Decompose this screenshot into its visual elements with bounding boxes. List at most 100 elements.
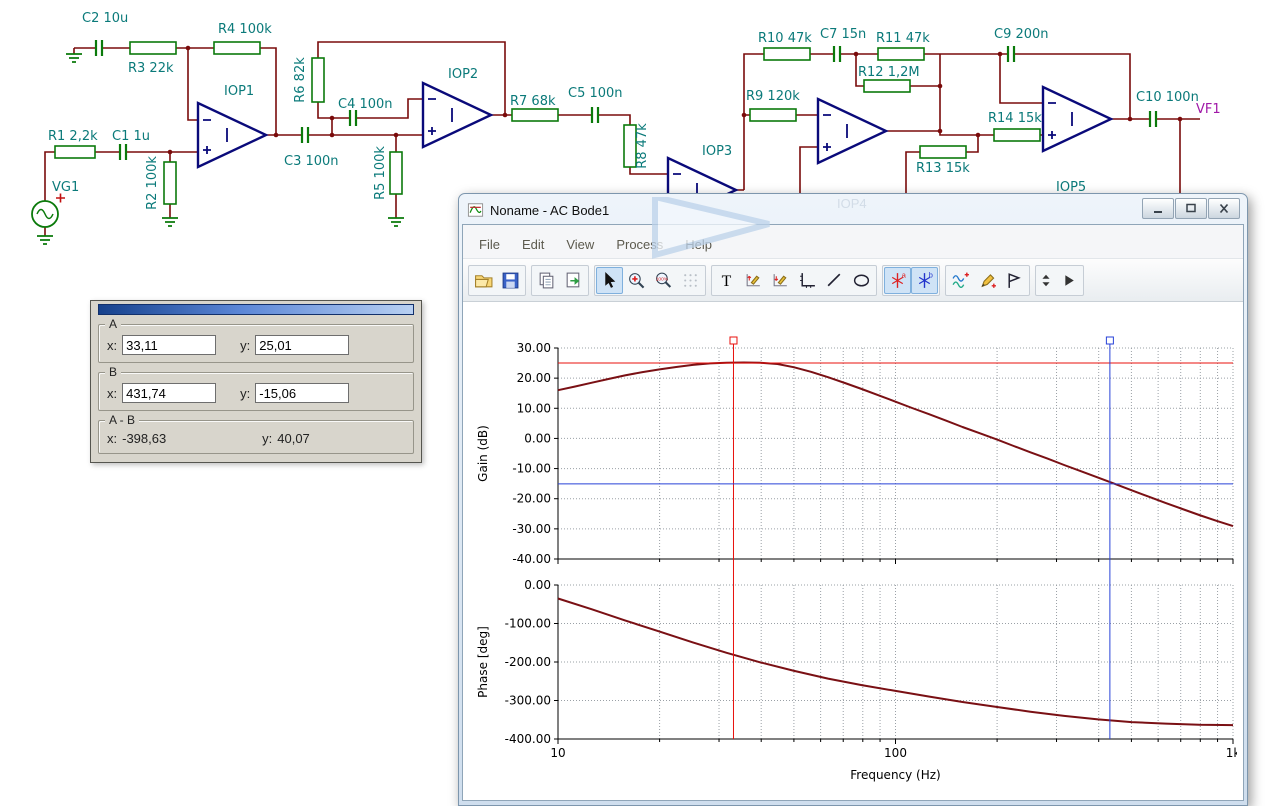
label-c9: C9 200n: [994, 27, 1049, 42]
curves-button[interactable]: [947, 267, 974, 294]
text-tool-button[interactable]: T: [713, 267, 740, 294]
svg-text:T: T: [722, 272, 732, 289]
label-r7: R7 68k: [510, 94, 556, 109]
title-bar[interactable]: Noname - AC Bode1: [462, 196, 1244, 224]
zoom-in-icon: [629, 272, 645, 288]
svg-text:-300.00: -300.00: [505, 694, 551, 708]
axes-button[interactable]: [794, 267, 821, 294]
probe-output-button[interactable]: [740, 267, 767, 294]
menu-process[interactable]: Process: [606, 234, 673, 255]
toolbar-group-curves: [945, 264, 1030, 296]
spinner-control[interactable]: [1037, 267, 1055, 294]
svg-text:-400.00: -400.00: [505, 732, 551, 746]
svg-text:-40.00: -40.00: [512, 552, 551, 566]
panel-title-strip[interactable]: [98, 304, 414, 315]
text-tool-icon: T: [722, 272, 732, 289]
label-iop1: IOP1: [224, 84, 254, 99]
window-icon: [467, 203, 484, 217]
label-c7: C7 15n: [820, 27, 866, 42]
b-x-label: x:: [107, 385, 118, 401]
cursor-a-icon: a: [891, 271, 907, 288]
zoom-in-button[interactable]: [623, 267, 650, 294]
ellipse-tool-icon: [853, 273, 870, 287]
export-image-button[interactable]: [560, 267, 587, 294]
label-r11: R11 47k: [876, 31, 930, 46]
label-c1: C1 1u: [112, 129, 150, 144]
menu-file[interactable]: File: [469, 234, 510, 255]
next-page-button[interactable]: [1055, 267, 1082, 294]
bode-plots-svg[interactable]: 30.00 20.00 10.00 0.00 -10.00 -20.00 -30.00 -40…: [463, 302, 1237, 801]
ab-y-label: y:: [262, 431, 273, 446]
open-button[interactable]: [470, 267, 497, 294]
label-vf1: VF1: [1196, 102, 1221, 117]
toolbar-group-cursors: a b: [882, 264, 940, 296]
open-icon: [475, 274, 493, 287]
window-title: Noname - AC Bode1: [490, 202, 610, 218]
cursor-a-y-input[interactable]: [255, 335, 350, 355]
generator-vg1[interactable]: [31, 193, 65, 228]
svg-text:20.00: 20.00: [517, 371, 551, 385]
probe-output-icon: [746, 273, 760, 286]
grid-button[interactable]: [677, 267, 704, 294]
close-button[interactable]: [1208, 198, 1240, 219]
axes: 0.00 -100.00 -200.00 -300.00 -400.0010 100 1k: [505, 578, 1237, 760]
cursor-a-handle[interactable]: [729, 336, 738, 345]
bode-plot-area[interactable]: 30.00 20.00 10.00 0.00 -10.00 -20.00 -30.00 -40…: [463, 302, 1243, 800]
label-r1: R1 2,2k: [48, 129, 98, 144]
label-r2: R2 100k: [145, 156, 160, 210]
window-body: File Edit View Process Help 100% T a b 3…: [462, 224, 1244, 801]
maximize-icon: [1186, 203, 1196, 213]
curves-icon: [952, 272, 969, 288]
svg-text:1k: 1k: [1226, 746, 1237, 760]
cursor-a-button[interactable]: a: [884, 266, 911, 294]
label-r5: R5 100k: [373, 146, 388, 200]
label-c3: C3 100n: [284, 154, 339, 169]
group-b-label: B: [105, 365, 122, 379]
axes-icon: [800, 272, 815, 288]
label-r8: R8 47k: [635, 123, 650, 169]
flag-button[interactable]: [1001, 267, 1028, 294]
svg-text:10: 10: [550, 746, 565, 760]
zoom-100-button[interactable]: 100%: [650, 267, 677, 294]
gridlines: [558, 584, 1234, 739]
toolbar-group-pager: [1035, 264, 1084, 296]
gridlines: [558, 347, 1234, 559]
select-arrow-button[interactable]: [596, 266, 623, 294]
cursor-group-a: A x: y:: [98, 317, 414, 363]
app-canvas: { "circuit": { "labels": { "c2": "C2 10u…: [0, 0, 1280, 806]
save-button[interactable]: [497, 267, 524, 294]
svg-text:0.00: 0.00: [524, 578, 551, 592]
ellipse-tool-button[interactable]: [848, 267, 875, 294]
toolbar-group-pointer-zoom: 100%: [594, 264, 706, 296]
a-x-label: x:: [107, 337, 118, 353]
pen-button[interactable]: [974, 267, 1001, 294]
cursor-group-b: B x: y:: [98, 365, 414, 411]
probe-input-button[interactable]: [767, 267, 794, 294]
cursor-b-x-input[interactable]: [122, 383, 217, 403]
cursor-b-handle[interactable]: [1105, 336, 1114, 345]
play-icon: [1065, 274, 1074, 286]
line-tool-icon: [827, 273, 841, 286]
label-c2: C2 10u: [82, 11, 128, 26]
ab-x-value: -398,63: [122, 431, 167, 446]
label-r14: R14 15k: [988, 111, 1042, 126]
b-y-label: y:: [240, 385, 251, 401]
label-iop3: IOP3: [702, 144, 732, 159]
label-r6: R6 82k: [293, 57, 308, 103]
label-r3: R3 22k: [128, 61, 174, 76]
label-r13: R13 15k: [916, 161, 970, 176]
line-tool-button[interactable]: [821, 267, 848, 294]
maximize-button[interactable]: [1175, 198, 1207, 219]
copy-icon: [539, 272, 554, 288]
cursor-b-y-input[interactable]: [255, 383, 350, 403]
svg-text:-20.00: -20.00: [512, 492, 551, 506]
menu-help[interactable]: Help: [675, 234, 722, 255]
minimize-button[interactable]: [1142, 198, 1174, 219]
menu-bar: File Edit View Process Help: [463, 225, 1243, 259]
group-ab-label: A - B: [105, 413, 140, 427]
menu-edit[interactable]: Edit: [512, 234, 554, 255]
copy-button[interactable]: [533, 267, 560, 294]
cursor-a-x-input[interactable]: [122, 335, 217, 355]
menu-view[interactable]: View: [556, 234, 604, 255]
cursor-b-button[interactable]: b: [911, 266, 938, 294]
